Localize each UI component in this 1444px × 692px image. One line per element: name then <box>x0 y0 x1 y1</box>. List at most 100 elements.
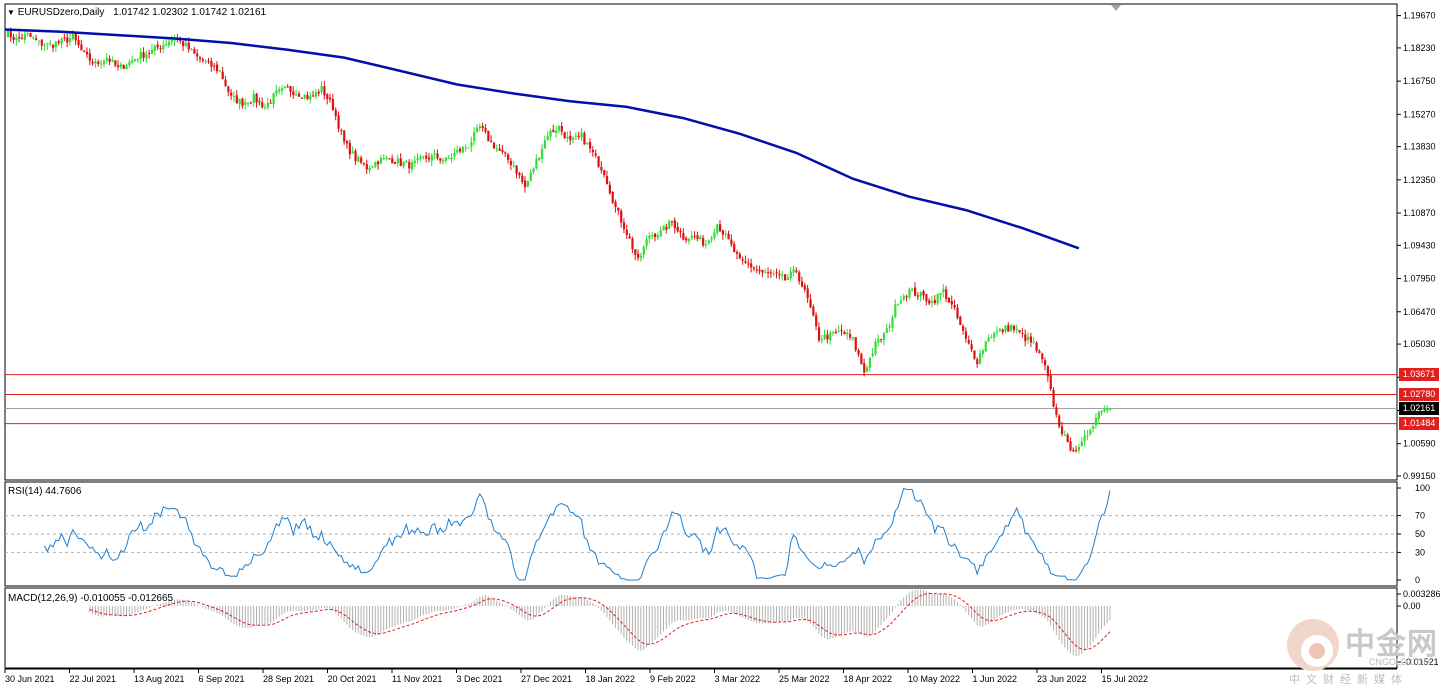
candle-body <box>738 254 741 259</box>
candle-body <box>478 126 481 129</box>
candle-body <box>806 288 809 299</box>
candle-body <box>538 157 541 160</box>
candle-body <box>747 263 750 265</box>
candle-body <box>719 224 722 232</box>
rsi-tick-label: 100 <box>1415 483 1430 493</box>
candle-body <box>721 230 725 235</box>
candle-body <box>464 147 467 149</box>
candle-body <box>1010 325 1013 331</box>
candle-body <box>1024 334 1027 342</box>
macd-panel-frame <box>4 587 1398 669</box>
candle-body <box>249 102 253 104</box>
candle-body <box>111 59 114 62</box>
candle-body <box>826 334 829 340</box>
candle-body <box>865 367 869 372</box>
candle-body <box>40 39 43 46</box>
candle-body <box>1018 330 1021 333</box>
candle-body <box>49 43 52 45</box>
candle-body <box>1097 412 1100 419</box>
price-tick-label: 1.16750 <box>1403 76 1436 86</box>
candle-body <box>617 207 620 211</box>
candle-body <box>600 166 603 171</box>
candle-body <box>1094 417 1098 426</box>
candle-body <box>973 350 976 359</box>
candle-body <box>877 338 880 343</box>
candle-body <box>402 162 405 167</box>
candle-body <box>639 255 643 258</box>
candle-body <box>187 42 190 50</box>
candle-body <box>919 291 922 297</box>
candle-body <box>552 129 555 133</box>
candle-body <box>15 37 18 41</box>
candle-body <box>795 270 798 272</box>
price-tick-label: 1.12350 <box>1403 175 1436 185</box>
price-tick-label: 0.99150 <box>1403 471 1436 481</box>
candle-body <box>498 148 501 151</box>
candle-body <box>817 327 821 341</box>
candle-body <box>631 238 634 250</box>
candle-body <box>1069 441 1072 451</box>
candle-body <box>625 229 628 235</box>
candle-body <box>63 37 66 39</box>
candle-body <box>439 158 442 161</box>
candle-body <box>1035 342 1038 351</box>
candle-body <box>278 89 281 92</box>
candle-body <box>995 331 999 333</box>
candle-body <box>52 44 55 48</box>
chart-canvas[interactable]: 1.19670 1.18230 1.16750 1.15270 1.13830 1.123… <box>0 0 1444 692</box>
candle-body <box>752 267 756 269</box>
candle-body <box>266 102 270 108</box>
candle-body <box>566 136 569 139</box>
candle-body <box>1004 325 1007 332</box>
price-tick-label: 1.09430 <box>1403 240 1436 250</box>
candle-body <box>815 315 818 327</box>
candle-body <box>1046 366 1050 377</box>
candle-body <box>69 38 72 42</box>
candle-body <box>213 65 216 67</box>
candle-body <box>83 50 86 53</box>
candle-body <box>442 160 445 162</box>
candle-body <box>136 59 140 61</box>
candle-body <box>959 316 962 325</box>
candle-body <box>784 274 787 281</box>
candle-body <box>413 160 416 164</box>
candle-body <box>945 289 948 299</box>
price-tick-label: 1.10870 <box>1403 208 1436 218</box>
candle-body <box>391 158 394 164</box>
candle-body <box>1080 441 1083 447</box>
candle-body <box>43 45 46 47</box>
candle-body <box>196 53 199 57</box>
candle-body <box>388 158 391 160</box>
candle-body <box>569 135 572 141</box>
candle-body <box>829 332 832 341</box>
candle-body <box>1038 350 1041 354</box>
candle-body <box>6 30 10 37</box>
candle-body <box>540 148 544 159</box>
candle-body <box>405 161 408 163</box>
candle-body <box>60 38 63 44</box>
candle-body <box>224 79 227 86</box>
candle-body <box>549 130 552 137</box>
time-tick-label: 6 Sep 2021 <box>199 674 245 684</box>
candle-body <box>800 281 804 287</box>
price-tick-label: 1.15270 <box>1403 109 1436 119</box>
collapse-arrow-icon[interactable]: ▼ <box>7 8 15 17</box>
candle-body <box>908 289 911 298</box>
candle-body <box>32 37 35 39</box>
candle-body <box>543 140 546 149</box>
time-tick-label: 20 Oct 2021 <box>328 674 377 684</box>
candle-body <box>823 334 826 340</box>
candle-body <box>837 330 840 332</box>
candle-body <box>651 234 654 237</box>
candle-body <box>857 350 860 355</box>
candle-body <box>1044 360 1047 366</box>
candle-body <box>521 175 524 182</box>
time-tick-label: 30 Jun 2021 <box>5 674 55 684</box>
candle-body <box>769 272 773 274</box>
time-tick-label: 27 Dec 2021 <box>521 674 572 684</box>
candle-body <box>976 359 979 365</box>
candle-body <box>306 95 309 99</box>
candle-body <box>515 165 518 174</box>
candle-body <box>654 233 657 238</box>
candle-body <box>1032 342 1035 344</box>
